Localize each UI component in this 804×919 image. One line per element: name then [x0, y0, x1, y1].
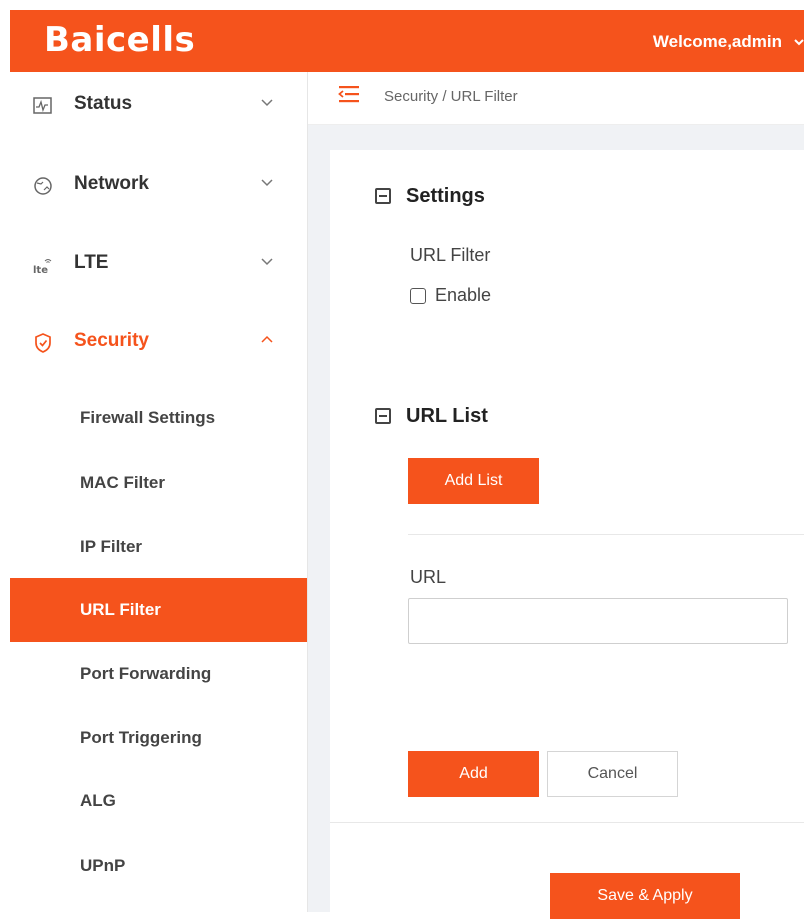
- collapse-url-list-icon[interactable]: [375, 408, 391, 424]
- sidebar-item-security[interactable]: Security: [10, 314, 307, 374]
- sidebar-subitem-ip-filter[interactable]: IP Filter: [10, 515, 307, 579]
- sidebar-item-status[interactable]: Status: [10, 77, 307, 137]
- network-icon: [34, 177, 52, 195]
- sidebar-item-label: Status: [74, 93, 133, 114]
- sidebar-subitem-label: MAC Filter: [80, 473, 165, 492]
- sidebar-subitem-firewall-settings[interactable]: Firewall Settings: [10, 386, 307, 450]
- sidebar-subitem-url-filter[interactable]: URL Filter: [10, 578, 307, 642]
- sidebar-subitem-label: Port Forwarding: [80, 664, 212, 683]
- settings-section-title: Settings: [406, 185, 485, 207]
- enable-checkbox[interactable]: [410, 288, 426, 304]
- url-input[interactable]: [408, 598, 788, 644]
- welcome-user-menu[interactable]: Welcome,admin: [653, 32, 782, 52]
- menu-collapse-icon[interactable]: [338, 84, 360, 104]
- sidebar-item-label: Network: [74, 173, 149, 194]
- sidebar-item-network[interactable]: Network: [10, 157, 307, 217]
- url-filter-label: URL Filter: [410, 245, 491, 265]
- chevron-down-icon: [261, 258, 273, 266]
- sidebar-item-label: LTE: [74, 252, 109, 273]
- status-icon: [33, 97, 52, 114]
- lte-icon: lte: [33, 259, 52, 276]
- chevron-down-icon[interactable]: [794, 32, 804, 52]
- sidebar-subitem-alg[interactable]: ALG: [10, 769, 307, 833]
- baicells-logo: Baicells: [44, 20, 196, 60]
- save-apply-button[interactable]: Save & Apply: [550, 873, 740, 919]
- sidebar: Status Network lte LTE Security Firewall…: [10, 72, 308, 912]
- svg-text:lte: lte: [33, 265, 48, 276]
- sidebar-item-label: Security: [74, 330, 149, 351]
- add-list-button[interactable]: Add List: [408, 458, 539, 504]
- url-list-section-title: URL List: [406, 405, 488, 427]
- chevron-down-icon: [261, 179, 273, 187]
- footer-divider: [330, 822, 804, 823]
- sidebar-subitem-label: Firewall Settings: [80, 408, 216, 427]
- sidebar-subitem-upnp[interactable]: UPnP: [10, 834, 307, 898]
- section-divider: [408, 534, 804, 535]
- breadcrumb: Security / URL Filter: [384, 88, 518, 105]
- add-button[interactable]: Add: [408, 751, 539, 797]
- sidebar-subitem-label: UPnP: [80, 856, 126, 875]
- shield-icon: [35, 333, 51, 353]
- content-card: Settings URL Filter Enable URL List Add …: [330, 150, 804, 919]
- sidebar-subitem-label: ALG: [80, 791, 116, 810]
- collapse-settings-icon[interactable]: [375, 188, 391, 204]
- sidebar-subitem-label: URL Filter: [80, 600, 161, 619]
- chevron-up-icon: [261, 335, 273, 343]
- sidebar-subitem-mac-filter[interactable]: MAC Filter: [10, 451, 307, 515]
- content-topbar: Security / URL Filter: [308, 72, 804, 125]
- cancel-button[interactable]: Cancel: [547, 751, 678, 797]
- chevron-down-icon: [261, 99, 273, 107]
- sidebar-subitem-label: Port Triggering: [80, 728, 202, 747]
- sidebar-subitem-port-forwarding[interactable]: Port Forwarding: [10, 642, 307, 706]
- top-header: Baicells Welcome,admin: [10, 10, 804, 72]
- sidebar-subitem-port-triggering[interactable]: Port Triggering: [10, 706, 307, 770]
- sidebar-subitem-label: IP Filter: [80, 537, 143, 556]
- url-label: URL: [410, 567, 447, 587]
- sidebar-item-lte[interactable]: lte LTE: [10, 236, 307, 296]
- enable-label: Enable: [435, 285, 492, 305]
